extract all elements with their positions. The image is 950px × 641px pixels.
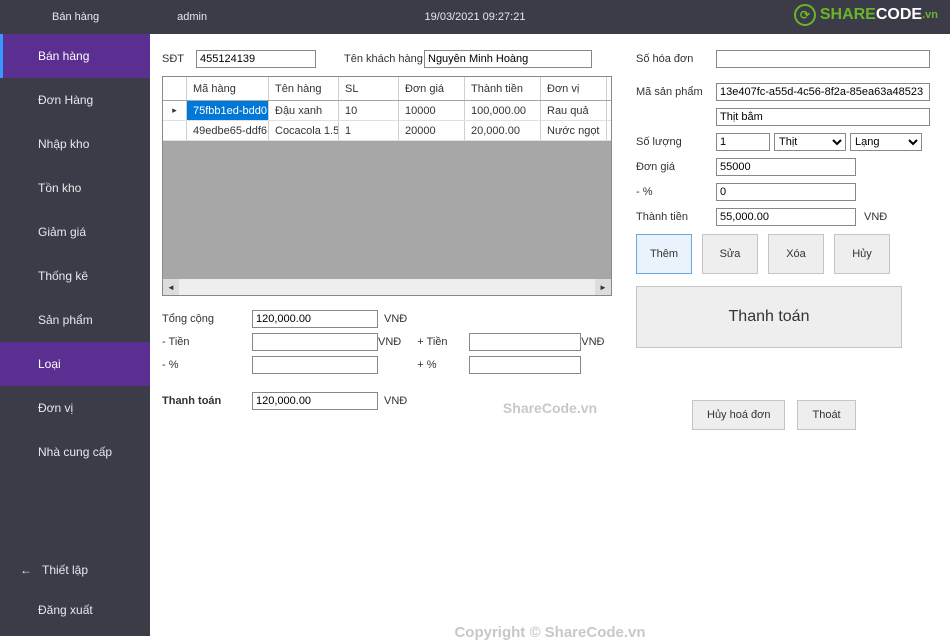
grid-hscroll[interactable]: ◄ ►	[163, 279, 611, 295]
unit1-select[interactable]: Thịt	[774, 133, 846, 151]
sdt-input[interactable]	[196, 50, 316, 68]
recycle-icon: ⟳	[794, 4, 816, 26]
col-dg[interactable]: Đơn giá	[399, 77, 465, 100]
minus-money-input[interactable]	[252, 333, 378, 351]
sl-label: Số lượng	[636, 136, 716, 148]
sidebar-settings[interactable]: ← Thiết lập	[0, 550, 150, 590]
ten-sp-input[interactable]	[716, 108, 930, 126]
minus-pct-input[interactable]	[252, 356, 378, 374]
unit2-select[interactable]: Lạng	[850, 133, 922, 151]
sidebar: Bán hàngĐơn HàngNhập khoTồn khoGiảm giáT…	[0, 34, 150, 636]
ma-sp-input[interactable]	[716, 83, 930, 101]
plus-pct-label: + %	[417, 359, 469, 371]
sidebar-item-5[interactable]: Thống kê	[0, 254, 150, 298]
so-hd-input[interactable]	[716, 50, 930, 68]
tt-input[interactable]	[716, 208, 856, 226]
row-selector[interactable]	[163, 121, 187, 140]
minus-pct-label: - %	[162, 359, 252, 371]
row-selector-header	[163, 77, 187, 100]
sdt-label: SĐT	[162, 53, 196, 65]
edit-button[interactable]: Sửa	[702, 234, 758, 274]
table-row[interactable]: ▸75fbb1ed-bdd0...Đậu xanh1010000100,000.…	[163, 101, 611, 121]
sidebar-item-1[interactable]: Đơn Hàng	[0, 78, 150, 122]
pay-button[interactable]: Thanh toán	[636, 286, 902, 348]
sidebar-item-3[interactable]: Tồn kho	[0, 166, 150, 210]
so-hd-label: Số hóa đơn	[636, 53, 716, 65]
plus-money-label: + Tiền	[417, 336, 469, 348]
tc-unit: VNĐ	[384, 313, 407, 325]
cancel-invoice-button[interactable]: Hủy hoá đơn	[692, 400, 785, 430]
breadcrumb: Bán hàng	[52, 11, 99, 23]
col-dv[interactable]: Đơn vị	[541, 77, 607, 100]
thanhtoan-label: Thanh toán	[162, 395, 252, 407]
scroll-right-icon[interactable]: ►	[595, 279, 611, 295]
col-ten[interactable]: Tên hàng	[269, 77, 339, 100]
tongcong-input[interactable]	[252, 310, 378, 328]
arrow-left-icon: ←	[20, 563, 32, 577]
content: SĐT Tên khách hàng Mã hàng Tên hàng SL Đ…	[150, 34, 950, 636]
watermark-copyright: Copyright © ShareCode.vn	[454, 624, 645, 641]
brand-logo: ⟳ SHARECODE.vn	[794, 4, 938, 26]
sidebar-item-9[interactable]: Nhà cung cấp	[0, 430, 150, 474]
sidebar-item-0[interactable]: Bán hàng	[0, 34, 150, 78]
sidebar-logout[interactable]: Đăng xuất	[0, 590, 150, 630]
scroll-left-icon[interactable]: ◄	[163, 279, 179, 295]
ma-sp-label: Mã sản phẩm	[636, 86, 716, 98]
ten-kh-label: Tên khách hàng	[344, 53, 424, 65]
col-sl[interactable]: SL	[339, 77, 399, 100]
add-button[interactable]: Thêm	[636, 234, 692, 274]
table-row[interactable]: 49edbe65-ddf6...Cocacola 1.5l12000020,00…	[163, 121, 611, 141]
pct-label: - %	[636, 186, 716, 198]
pct-input[interactable]	[716, 183, 856, 201]
sidebar-item-4[interactable]: Giảm giá	[0, 210, 150, 254]
plus-pct-input[interactable]	[469, 356, 581, 374]
row-selector[interactable]: ▸	[163, 101, 187, 120]
cancel-button[interactable]: Hủy	[834, 234, 890, 274]
col-tt[interactable]: Thành tiền	[465, 77, 541, 100]
exit-button[interactable]: Thoát	[797, 400, 855, 430]
sidebar-item-2[interactable]: Nhập kho	[0, 122, 150, 166]
thanhtoan-input[interactable]	[252, 392, 378, 410]
tt-label: Thành tiền	[636, 211, 716, 223]
col-ma[interactable]: Mã hàng	[187, 77, 269, 100]
dg-label: Đơn giá	[636, 161, 716, 173]
delete-button[interactable]: Xóa	[768, 234, 824, 274]
plus-money-input[interactable]	[469, 333, 581, 351]
dg-input[interactable]	[716, 158, 856, 176]
user-label: admin	[177, 11, 207, 23]
tt-unit: VNĐ	[864, 211, 887, 223]
sl-input[interactable]	[716, 133, 770, 151]
sidebar-item-8[interactable]: Đơn vị	[0, 386, 150, 430]
datetime: 19/03/2021 09:27:21	[425, 11, 526, 23]
topbar: Bán hàng admin 19/03/2021 09:27:21 ⟳ SHA…	[0, 0, 950, 34]
order-grid[interactable]: Mã hàng Tên hàng SL Đơn giá Thành tiền Đ…	[162, 76, 612, 296]
minus-money-label: - Tiền	[162, 336, 252, 348]
ten-kh-input[interactable]	[424, 50, 592, 68]
tongcong-label: Tổng cộng	[162, 313, 252, 325]
sidebar-item-7[interactable]: Loại	[0, 342, 150, 386]
sidebar-item-6[interactable]: Sản phẩm	[0, 298, 150, 342]
